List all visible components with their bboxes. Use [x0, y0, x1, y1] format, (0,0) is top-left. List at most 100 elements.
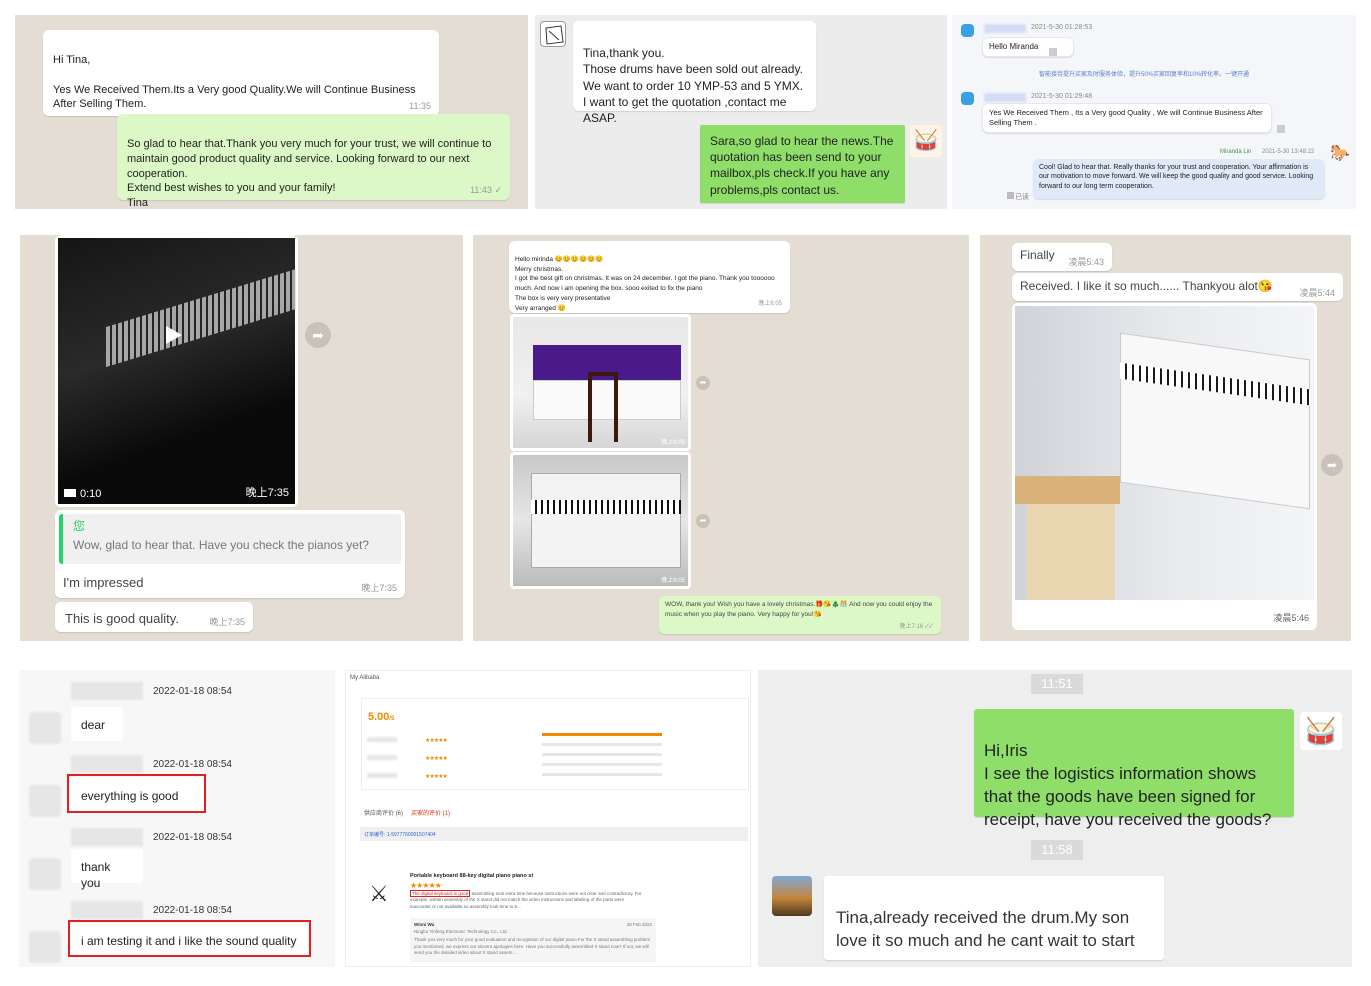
blurred-name: [71, 828, 143, 846]
forward-icon[interactable]: ➦: [696, 376, 710, 390]
seller-name: Winni Wu: [414, 922, 435, 927]
promo-note[interactable]: 智能接待提升买家及时服务体验，提升50%买家回复率和10%转化率。一键开通: [1039, 69, 1249, 78]
table-leg-shape: [1027, 504, 1115, 600]
timestamp: 2022-01-18 08:54: [153, 759, 232, 770]
message-text: Finally: [1020, 248, 1055, 262]
photo-time: 晚上6:05: [661, 578, 685, 584]
user-avatar: [772, 876, 812, 916]
chat-panel-1: Hi Tina, Yes We Received Them.Its a Very…: [15, 15, 528, 209]
table-shape: [1015, 476, 1120, 504]
avatar: [29, 712, 61, 744]
blurred-name: [71, 755, 143, 773]
outgoing-message: WOW, thank you! Wish you have a lovely c…: [659, 596, 941, 634]
photo-message[interactable]: 晚上6:05: [510, 452, 691, 589]
review-panel: My Alibaba 5.00/5 ★★★★★ ★★★★★ ★★★★★ 供应商评…: [345, 670, 751, 967]
drum-sketch-icon: [545, 25, 564, 45]
highlight-box: [68, 920, 311, 957]
incoming-message: Hello mirinda 😊😊😊😊😊😊 Merry christmas. I …: [509, 241, 790, 313]
photo: [1015, 306, 1314, 600]
message-time: 晚上7:35: [245, 487, 289, 499]
play-icon[interactable]: [166, 326, 182, 344]
outgoing-message: Sara,so glad to hear the news.The quotat…: [700, 125, 905, 203]
message-time: 晚上6:05: [758, 301, 782, 307]
checkbox[interactable]: [1049, 48, 1057, 56]
forward-icon[interactable]: ➦: [696, 514, 710, 528]
message-text: Received. I like it so much...... Thanky…: [1020, 279, 1273, 293]
chat-panel-2: Tina,thank you. Those drums have been so…: [535, 15, 947, 209]
review-highlight: The digital keyboard is good: [410, 890, 471, 897]
chat-panel-6: Finally 凌晨5:43 Received. I like it so mu…: [980, 235, 1351, 641]
seller-reply: Winni Wu 28 Feb 2022 Ningbo Yinfeng Elec…: [410, 918, 656, 962]
message-text: WOW, thank you! Wish you have a lovely c…: [665, 601, 933, 619]
timestamp: 2021-5-30 13:48:22: [1262, 149, 1315, 155]
drummer-avatar: 🥁: [910, 125, 942, 157]
message-text: This is good quality.: [65, 611, 179, 626]
outgoing-message: Cool! Glad to hear that. Really thanks f…: [1033, 159, 1325, 199]
breadcrumb[interactable]: My Alibaba: [350, 675, 379, 681]
message-time: 11:35: [409, 100, 431, 111]
message-text: dear: [81, 718, 106, 732]
message-text: Tina,thank you. Those drums have been so…: [583, 46, 804, 125]
incoming-message: Hi Tina, Yes We Received Them.Its a Very…: [43, 30, 439, 116]
chat-panel-4: 0:10 晚上7:35 ➦ 您 Wow, glad to hear that. …: [20, 235, 463, 641]
incoming-message: Tina,thank you. Those drums have been so…: [573, 21, 816, 125]
quoted-message[interactable]: 您 Wow, glad to hear that. Have you check…: [59, 514, 401, 564]
avatar: [29, 785, 61, 817]
tab-supplier-reviews[interactable]: 供应商评价 (6): [364, 808, 403, 817]
incoming-message: Tina,already received the drum.My son lo…: [824, 876, 1164, 967]
user-avatar: [961, 92, 974, 105]
reply-name: Miranda Lin: [1220, 149, 1252, 155]
blurred-name: [984, 93, 1026, 102]
avatar: [540, 21, 566, 47]
video-message[interactable]: 0:10 晚上7:35: [55, 235, 298, 507]
checkbox[interactable]: [1277, 125, 1285, 133]
message-text: Hi,Iris I see the logistics information …: [984, 740, 1272, 829]
chat-panel-3: 2021-5-30 01:28:53 Hello Miranda 智能接待提升买…: [952, 15, 1356, 209]
photo-message[interactable]: 凌晨5:46: [1012, 303, 1317, 630]
forward-icon[interactable]: ➦: [1321, 454, 1343, 476]
message-time: 晚上7:35: [361, 582, 397, 593]
company-name: Ningbo Yinfeng Electronic Technology Co.…: [414, 928, 508, 934]
tab-buyer-reviews[interactable]: 买家的评价 (1): [411, 808, 450, 817]
highlight-box: [67, 774, 206, 813]
video-duration: 0:10: [64, 488, 101, 500]
message-text: Tina,already received the drum.My son lo…: [836, 907, 1135, 967]
incoming-message: dear: [71, 707, 123, 741]
quoted-author: 您: [73, 519, 86, 533]
bench-shape: [588, 372, 618, 442]
message-text: Hello Miranda: [989, 42, 1039, 51]
photo-time: 凌晨5:46: [1273, 613, 1309, 623]
drummer-avatar: 🥁: [1300, 712, 1342, 750]
video-frame: [58, 238, 295, 504]
time-divider: 11:58: [1031, 840, 1083, 860]
rating-summary: 5.00/5 ★★★★★ ★★★★★ ★★★★★: [361, 698, 749, 790]
chat-panel-9: 11:51 Hi,Iris I see the logistics inform…: [758, 670, 1352, 967]
timestamp: 2021-5-30 01:29:48: [1031, 93, 1093, 100]
incoming-message: Hello Miranda: [982, 37, 1074, 57]
reply-text: Thank you very much for your good evalua…: [414, 937, 651, 956]
incoming-message: Yes We Received Them , Its a Very good Q…: [982, 103, 1272, 133]
score: 5.00/5: [368, 711, 395, 723]
horse-avatar: 🐎: [1330, 145, 1350, 162]
message-time: 凌晨5:43: [1068, 256, 1104, 267]
incoming-message: This is good quality. 晚上7:35: [55, 602, 253, 632]
message-text: thank you: [81, 860, 111, 891]
incoming-message: thank you: [71, 849, 143, 890]
user-avatar: [961, 24, 974, 37]
piano-keys-shape: [531, 500, 681, 514]
blurred-name: [984, 24, 1026, 33]
reply-date: 28 Feb 2022: [626, 922, 652, 927]
chat-panel-5: Hello mirinda 😊😊😊😊😊😊 Merry christmas. I …: [473, 235, 969, 641]
message-text: Hello mirinda 😊😊😊😊😊😊 Merry christmas. I …: [515, 255, 775, 312]
reply-message: 您 Wow, glad to hear that. Have you check…: [55, 510, 405, 598]
review-text: The digital keyboard is good assembling …: [410, 890, 642, 909]
photo-message[interactable]: 晚上6:05: [510, 314, 691, 451]
forward-icon[interactable]: ➦: [305, 322, 331, 348]
timestamp: 2022-01-18 08:54: [153, 832, 232, 843]
product-title[interactable]: Portable keyboard 88-key digital piano p…: [410, 873, 533, 879]
time-divider: 11:51: [1031, 674, 1083, 694]
chat-panel-7: 2022-01-18 08:54 dear 2022-01-18 08:54 e…: [19, 670, 335, 967]
incoming-message: Finally 凌晨5:43: [1012, 243, 1112, 271]
message-text: So glad to hear that.Thank you very much…: [127, 137, 492, 209]
read-status: 已读: [1007, 192, 1029, 202]
